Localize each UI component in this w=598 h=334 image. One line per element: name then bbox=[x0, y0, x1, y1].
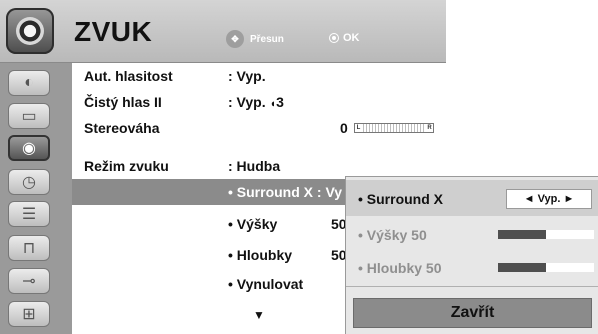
treble-level-bar bbox=[498, 230, 594, 239]
usb-icon[interactable]: ⊞ bbox=[8, 301, 50, 327]
balance-left-mark: L bbox=[355, 124, 362, 132]
treble-level-fill bbox=[498, 230, 546, 239]
surround-toggle[interactable]: ◄ Vyp. ► bbox=[506, 189, 592, 209]
balance-value: 0 bbox=[340, 120, 348, 136]
auto-volume-label: Aut. hlasitost bbox=[84, 68, 173, 84]
popup-bass-label: • Hloubky 50 bbox=[358, 260, 442, 276]
page-title: ZVUK bbox=[74, 16, 153, 47]
close-button[interactable]: Zavřít bbox=[353, 298, 592, 328]
popup-treble-row: • Výšky 50 bbox=[346, 216, 598, 252]
sound-menu: ZVUK ✥ Přesun OK ◐ ▭ ◉ ◷ ☰ ⊓ ⊸ ⊞ Aut. hl… bbox=[0, 0, 598, 334]
move-hint-label: Přesun bbox=[250, 33, 284, 45]
surround-value: • Surround X : Vy bbox=[228, 184, 343, 200]
menu-header: ZVUK ✥ Přesun OK bbox=[0, 0, 446, 63]
popup-treble-label: • Výšky 50 bbox=[358, 227, 427, 243]
balance-row[interactable]: Stereováha 0 L R bbox=[72, 115, 446, 141]
move-hint: ✥ Přesun bbox=[226, 30, 284, 48]
reset-label: • Vynulovat bbox=[228, 276, 304, 292]
clock-icon[interactable]: ◷ bbox=[8, 169, 50, 195]
clear-voice-label: Čistý hlas II bbox=[84, 94, 162, 110]
speaker-icon[interactable]: ◉ bbox=[8, 135, 50, 161]
sound-mode-value: : Hudba bbox=[228, 158, 281, 174]
clear-voice-value: : Vyp. ◖3 bbox=[228, 94, 284, 110]
treble-label: • Výšky bbox=[228, 216, 278, 232]
options-icon[interactable]: ☰ bbox=[8, 201, 50, 227]
popup-bass-row: • Hloubky 50 bbox=[346, 249, 598, 285]
sound-mode-label: Režim zvuku bbox=[84, 158, 169, 174]
balance-slider[interactable]: L R bbox=[354, 123, 434, 133]
popup-surround-label: • Surround X bbox=[358, 191, 444, 207]
scroll-down-icon[interactable]: ▼ bbox=[253, 308, 265, 322]
clear-voice-row[interactable]: Čistý hlas II : Vyp. ◖3 bbox=[72, 89, 446, 115]
auto-volume-row[interactable]: Aut. hlasitost : Vyp. bbox=[72, 63, 446, 89]
ok-hint: OK bbox=[329, 32, 360, 44]
clear-voice-level: 3 bbox=[276, 94, 284, 110]
monitor-icon[interactable]: ▭ bbox=[8, 103, 50, 129]
ok-hint-label: OK bbox=[343, 32, 360, 44]
popup-surround-row[interactable]: • Surround X ◄ Vyp. ► bbox=[346, 180, 598, 216]
lock-icon[interactable]: ⊓ bbox=[8, 235, 50, 261]
surround-popup: • Surround X ◄ Vyp. ► • Výšky 50 • Hloub… bbox=[345, 176, 598, 334]
balance-right-mark: R bbox=[426, 124, 433, 132]
bass-label: • Hloubky bbox=[228, 247, 293, 263]
popup-divider bbox=[346, 286, 598, 287]
satellite-icon[interactable]: ◐ bbox=[8, 70, 50, 96]
bass-level-bar bbox=[498, 263, 594, 272]
auto-volume-value: : Vyp. bbox=[228, 68, 266, 84]
clear-voice-state: : Vyp. bbox=[228, 94, 270, 110]
category-sidebar: ◐ ▭ ◉ ◷ ☰ ⊓ ⊸ ⊞ bbox=[0, 63, 72, 334]
bass-level-fill bbox=[498, 263, 546, 272]
navigation-arrows-icon: ✥ bbox=[226, 30, 244, 48]
input-plug-icon[interactable]: ⊸ bbox=[8, 268, 50, 294]
ok-button-icon bbox=[329, 33, 339, 43]
balance-label: Stereováha bbox=[84, 120, 160, 136]
speaker-icon bbox=[6, 8, 54, 54]
